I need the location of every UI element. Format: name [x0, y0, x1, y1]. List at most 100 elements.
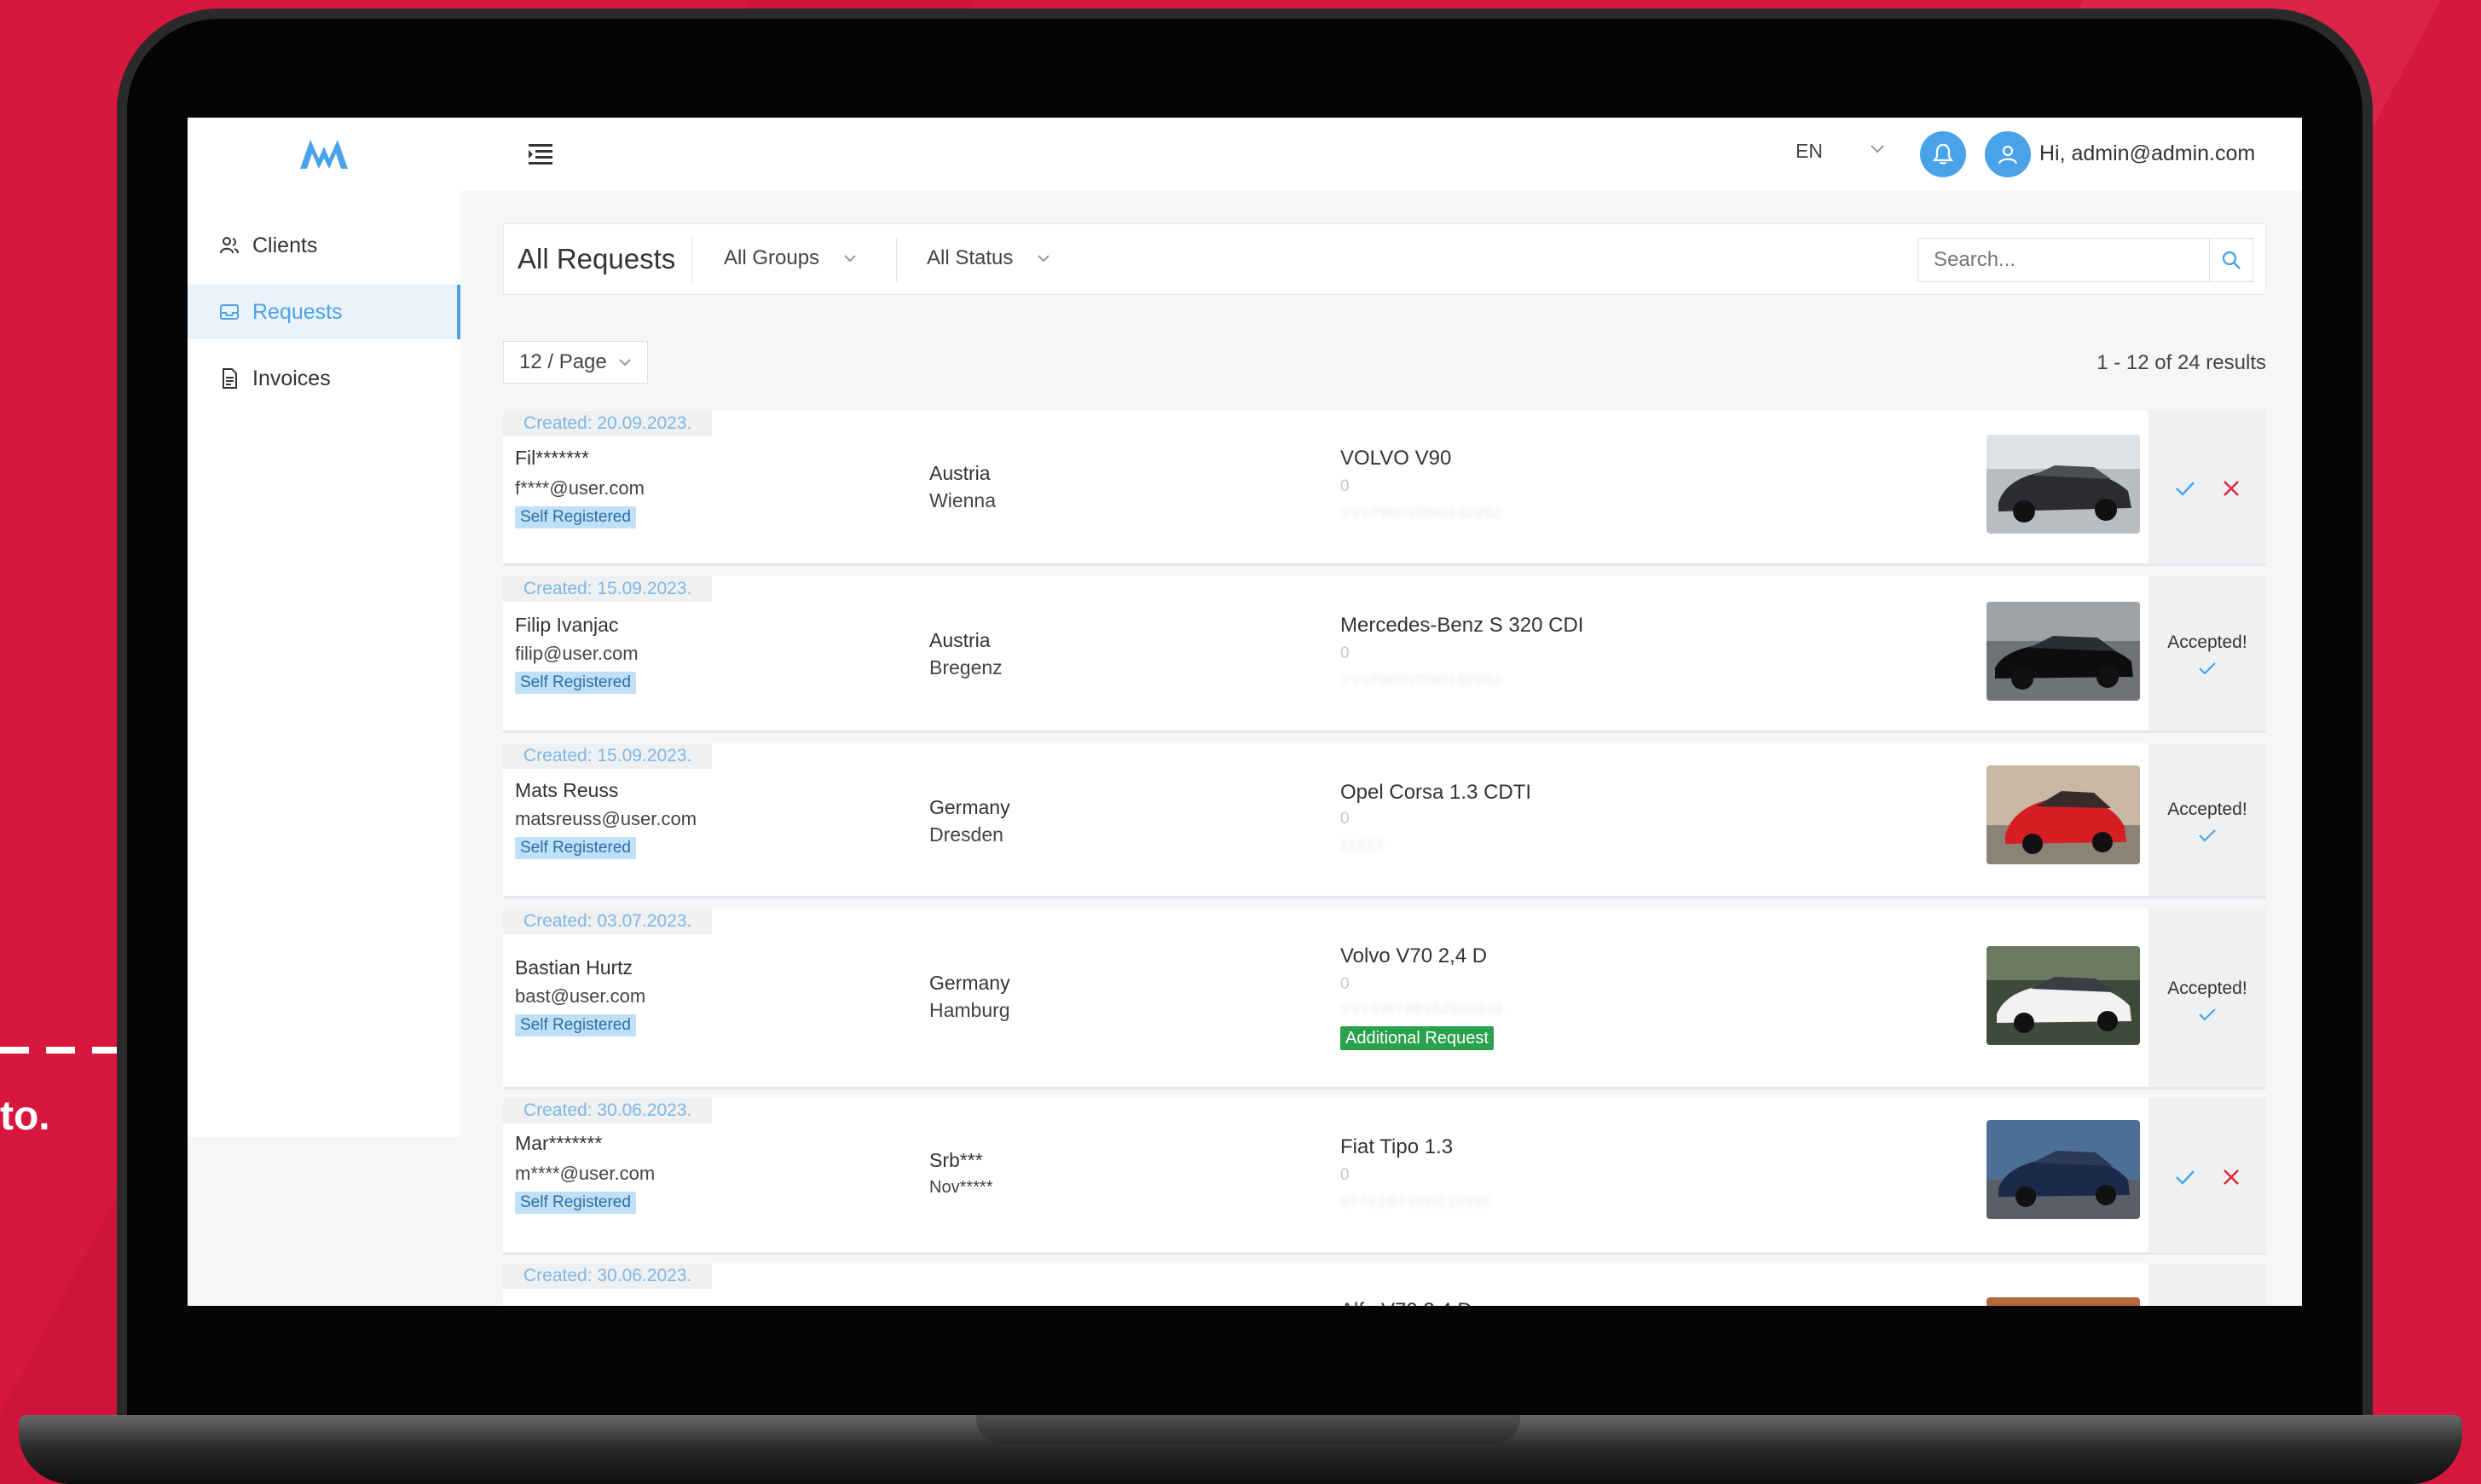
chevron-down-icon: [619, 359, 631, 367]
vehicle-vin: YV1PWHVDN0182952: [1340, 505, 1502, 521]
status-badge: Self Registered: [515, 1192, 636, 1214]
created-date: Created: 30.06.2023.: [503, 1098, 713, 1123]
request-row[interactable]: Created: 03.07.2023. Bastian Hurtz bast@…: [503, 909, 2266, 1089]
vehicle-name: Alfa V70 2,4 D: [1340, 1299, 1472, 1306]
user-avatar[interactable]: [1985, 131, 2031, 177]
check-icon: [2176, 482, 2195, 496]
reject-button[interactable]: [2217, 1163, 2246, 1192]
client-email: matsreuss@user.com: [515, 808, 697, 829]
additional-request-badge: Additional Request: [1340, 1026, 1494, 1050]
reject-button[interactable]: [2217, 474, 2246, 503]
partial-car-photo[interactable]: [1987, 1297, 2140, 1306]
vehicle-name: Opel Corsa 1.3 CDTI: [1340, 781, 1532, 804]
created-date: Created: 30.06.2023.: [503, 1263, 713, 1289]
client-name: Fil*******: [515, 447, 589, 469]
sidebar-item-label: Requests: [252, 299, 343, 324]
accepted-status: Accepted!: [2167, 800, 2247, 819]
status-badge: Self Registered: [515, 837, 636, 859]
status-select[interactable]: All Status: [927, 246, 1052, 270]
request-row[interactable]: Created: 30.06.2023. Mar******* m****@us…: [503, 1098, 2266, 1255]
client-name: Mar*******: [515, 1132, 603, 1154]
action-cell: [2148, 1263, 2266, 1306]
bell-icon: [1932, 143, 1954, 165]
accept-button[interactable]: [2171, 474, 2200, 503]
sidebar-item-label: Clients: [252, 233, 318, 257]
accepted-status: Accepted!: [2167, 632, 2247, 652]
chevron-down-icon[interactable]: [1867, 138, 1888, 159]
client-country: Austria: [929, 629, 991, 651]
language-select[interactable]: EN: [1796, 140, 1823, 163]
check-icon: [2199, 662, 2216, 675]
vehicle-name: VOLVO V90: [1340, 447, 1452, 470]
check-icon: [2176, 1170, 2195, 1185]
client-email: bast@user.com: [515, 985, 646, 1007]
page-title: All Requests: [518, 243, 676, 274]
request-row[interactable]: Created: 20.09.2023. Fil******* f****@us…: [503, 411, 2266, 566]
sidebar-item-label: Invoices: [252, 366, 331, 390]
accepted-status: Accepted!: [2167, 979, 2247, 998]
client-email: m****@user.com: [515, 1163, 656, 1184]
check-icon: [2199, 829, 2216, 842]
red-opel-corsa-photo[interactable]: [1987, 765, 2140, 864]
chevron-down-icon: [1038, 255, 1050, 263]
divider: [691, 238, 692, 282]
vehicle-name: Mercedes-Benz S 320 CDI: [1340, 614, 1584, 637]
client-email: f****@user.com: [515, 477, 645, 499]
request-row[interactable]: Created: 15.09.2023. Filip Ivanjac filip…: [503, 576, 2266, 733]
results-count: 1 - 12 of 24 results: [2096, 351, 2266, 374]
group-select-value: All Groups: [724, 246, 820, 269]
client-city: Bregenz: [929, 656, 1003, 678]
group-select[interactable]: All Groups: [724, 246, 859, 270]
client-name: Mats Reuss: [515, 779, 619, 801]
close-icon: [2224, 1169, 2239, 1185]
created-date: Created: 20.09.2023.: [503, 411, 713, 436]
dark-volvo-v90-photo[interactable]: [1987, 435, 2140, 534]
client-email: filip@user.com: [515, 643, 639, 664]
notifications-button[interactable]: [1920, 131, 1966, 177]
client-city: Wienna: [929, 489, 996, 511]
user-group-icon: [220, 237, 239, 254]
vehicle-name: Volvo V70 2,4 D: [1340, 944, 1488, 967]
client-name: Bastian Hurtz: [515, 956, 633, 979]
page-size-select[interactable]: 12 / Page: [503, 341, 648, 384]
search-input[interactable]: [1917, 238, 2211, 282]
m-logo[interactable]: [298, 135, 350, 172]
vehicle-mileage: 0: [1340, 975, 1350, 993]
sidebar-item-clients[interactable]: Clients: [188, 218, 460, 273]
sidebar-item-requests[interactable]: Requests: [188, 285, 460, 339]
search-button[interactable]: [2209, 238, 2253, 282]
user-icon: [1998, 145, 2018, 165]
menu-indent-icon[interactable]: [527, 141, 554, 167]
search-icon: [2222, 251, 2241, 269]
client-name: Filip Ivanjac: [515, 614, 619, 636]
created-date: Created: 15.09.2023.: [503, 576, 713, 602]
request-row[interactable]: Created: 15.09.2023. Mats Reuss matsreus…: [503, 743, 2266, 898]
status-badge: Self Registered: [515, 1014, 636, 1036]
close-icon: [2224, 481, 2239, 496]
status-badge: Self Registered: [515, 506, 636, 528]
inbox-icon: [220, 304, 239, 320]
vehicle-vin: YV1SW74B252503316: [1340, 1001, 1504, 1017]
chevron-down-icon: [844, 255, 856, 263]
created-date: Created: 15.09.2023.: [503, 743, 713, 769]
client-country: Austria: [929, 462, 991, 484]
blue-fiat-tipo-photo[interactable]: [1987, 1120, 2140, 1219]
client-city: Dresden: [929, 823, 1003, 846]
request-row[interactable]: Created: 30.06.2023. Alfa V70 2,4 D: [503, 1263, 2266, 1306]
user-greeting[interactable]: Hi, admin@admin.com: [2039, 141, 2255, 166]
vehicle-vin: 11223: [1340, 837, 1385, 853]
check-icon: [2199, 1008, 2216, 1021]
client-city: Hamburg: [929, 999, 1010, 1021]
action-cell: Accepted!: [2148, 909, 2266, 1087]
vehicle-mileage: 0: [1340, 644, 1350, 662]
filter-bar: All Requests All Groups All Status: [503, 223, 2266, 295]
sidebar-item-invoices[interactable]: Invoices: [188, 351, 460, 406]
white-volvo-v70-photo[interactable]: [1987, 946, 2140, 1045]
vehicle-mileage: 0: [1340, 1166, 1350, 1184]
created-date: Created: 03.07.2023.: [503, 909, 713, 934]
divider: [896, 238, 897, 282]
vehicle-name: Fiat Tipo 1.3: [1340, 1135, 1454, 1158]
accept-button[interactable]: [2171, 1163, 2200, 1192]
black-mercedes-s-class-photo[interactable]: [1987, 602, 2140, 701]
laptop-notch: [976, 1415, 1520, 1444]
